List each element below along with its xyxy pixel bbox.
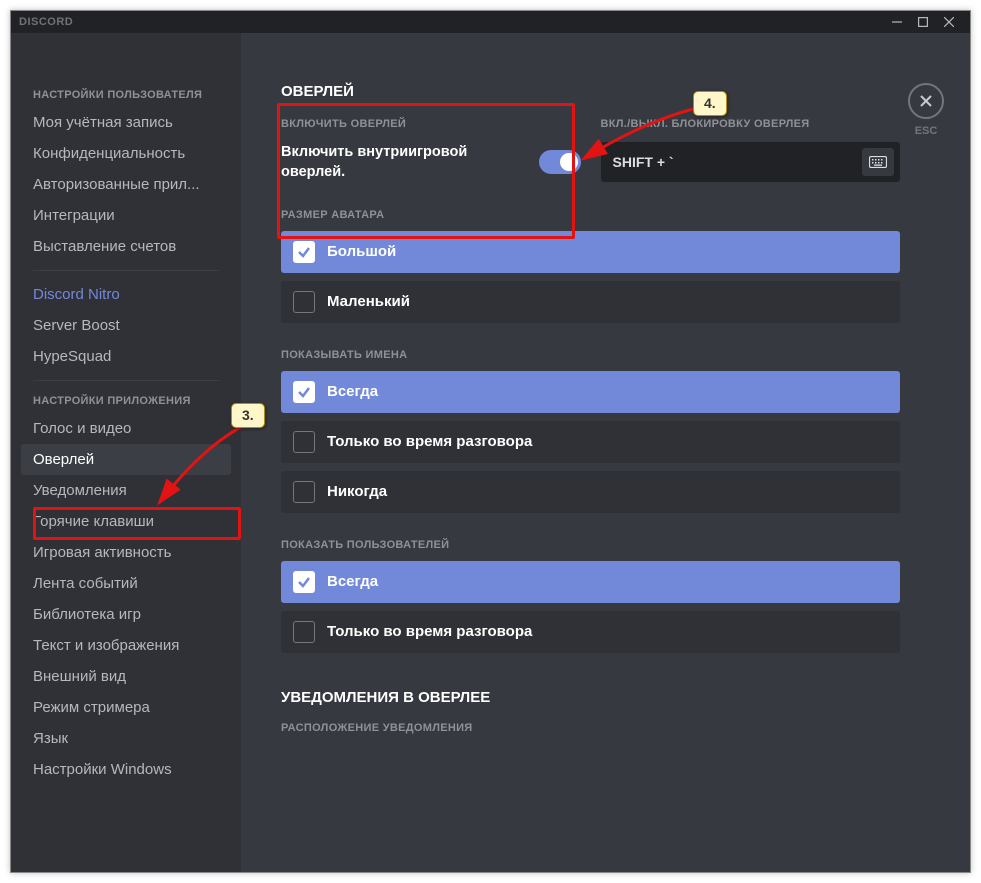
enable-overlay-label: ВКЛЮЧИТЬ ОВЕРЛЕЙ [281, 118, 581, 130]
sidebar-item-notifications[interactable]: Уведомления [21, 475, 231, 506]
avatar-option-small[interactable]: Маленький [281, 281, 900, 323]
option-label: Только во время разговора [327, 433, 532, 450]
enable-overlay-toggle[interactable] [539, 150, 581, 174]
sidebar-item-billing[interactable]: Выставление счетов [21, 231, 231, 262]
option-label: Большой [327, 243, 396, 260]
esc-label: ESC [908, 125, 944, 137]
close-icon[interactable] [908, 83, 944, 119]
sidebar-item-account[interactable]: Моя учётная запись [21, 107, 231, 138]
checkbox-icon [293, 621, 315, 643]
annotation-callout-4: 4. [693, 91, 727, 116]
option-label: Никогда [327, 483, 387, 500]
window-maximize-button[interactable] [910, 11, 936, 33]
option-label: Всегда [327, 383, 378, 400]
sidebar-item-overlay[interactable]: Оверлей [21, 444, 231, 475]
show-names-label: ПОКАЗЫВАТЬ ИМЕНА [281, 349, 900, 361]
option-label: Только во время разговора [327, 623, 532, 640]
checkbox-icon [293, 431, 315, 453]
checkbox-icon [293, 481, 315, 503]
sidebar-item-appearance[interactable]: Внешний вид [21, 661, 231, 692]
sidebar-item-nitro[interactable]: Discord Nitro [21, 279, 231, 310]
window-close-button[interactable] [936, 11, 962, 33]
sidebar-header-app: НАСТРОЙКИ ПРИЛОЖЕНИЯ [21, 389, 231, 413]
avatar-size-label: РАЗМЕР АВАТАРА [281, 209, 900, 221]
close-settings[interactable]: ESC [908, 83, 944, 137]
checkbox-icon [293, 571, 315, 593]
sidebar-item-game-activity[interactable]: Игровая активность [21, 537, 231, 568]
avatar-option-large[interactable]: Большой [281, 231, 900, 273]
sidebar-item-language[interactable]: Язык [21, 723, 231, 754]
names-option-speaking[interactable]: Только во время разговора [281, 421, 900, 463]
window-minimize-button[interactable] [884, 11, 910, 33]
names-option-always[interactable]: Всегда [281, 371, 900, 413]
users-option-speaking[interactable]: Только во время разговора [281, 611, 900, 653]
hotkey-text: SHIFT + ` [613, 154, 863, 170]
overlay-lock-hotkey[interactable]: SHIFT + ` [601, 142, 901, 182]
page-title: ОВЕРЛЕЙ [281, 83, 900, 100]
sidebar-item-authorized-apps[interactable]: Авторизованные прил... [21, 169, 231, 200]
sidebar-item-privacy[interactable]: Конфиденциальность [21, 138, 231, 169]
names-option-never[interactable]: Никогда [281, 471, 900, 513]
option-label: Всегда [327, 573, 378, 590]
show-users-label: ПОКАЗАТЬ ПОЛЬЗОВАТЕЛЕЙ [281, 539, 900, 551]
sidebar-divider [33, 380, 219, 381]
sidebar-item-game-library[interactable]: Библиотека игр [21, 599, 231, 630]
overlay-notifications-heading: УВЕДОМЛЕНИЯ В ОВЕРЛЕЕ [281, 689, 900, 706]
checkbox-icon [293, 291, 315, 313]
sidebar-item-streamer-mode[interactable]: Режим стримера [21, 692, 231, 723]
sidebar-item-integrations[interactable]: Интеграции [21, 200, 231, 231]
checkbox-icon [293, 381, 315, 403]
checkbox-icon [293, 241, 315, 263]
window-titlebar: DISCORD [11, 11, 970, 33]
sidebar-divider [33, 270, 219, 271]
sidebar-item-windows-settings[interactable]: Настройки Windows [21, 754, 231, 785]
sidebar-item-activity-feed[interactable]: Лента событий [21, 568, 231, 599]
settings-content: ESC ОВЕРЛЕЙ ВКЛЮЧИТЬ ОВЕРЛЕЙ Включить вн… [241, 33, 970, 872]
keyboard-icon[interactable] [862, 148, 894, 176]
users-option-always[interactable]: Всегда [281, 561, 900, 603]
overlay-lock-label: ВКЛ./ВЫКЛ. БЛОКИРОВКУ ОВЕРЛЕЯ [601, 118, 901, 130]
app-name: DISCORD [19, 16, 73, 28]
enable-overlay-text: Включить внутриигровой оверлей. [281, 142, 481, 183]
notification-position-label: РАСПОЛОЖЕНИЕ УВЕДОМЛЕНИЯ [281, 722, 900, 734]
sidebar-item-server-boost[interactable]: Server Boost [21, 310, 231, 341]
sidebar-item-voice-video[interactable]: Голос и видео [21, 413, 231, 444]
annotation-callout-3: 3. [231, 403, 265, 428]
sidebar-header-user: НАСТРОЙКИ ПОЛЬЗОВАТЕЛЯ [21, 83, 231, 107]
settings-sidebar: НАСТРОЙКИ ПОЛЬЗОВАТЕЛЯ Моя учётная запис… [11, 33, 241, 872]
sidebar-item-hotkeys[interactable]: Горячие клавиши [21, 506, 231, 537]
option-label: Маленький [327, 293, 410, 310]
sidebar-item-text-images[interactable]: Текст и изображения [21, 630, 231, 661]
sidebar-item-hypesquad[interactable]: HypeSquad [21, 341, 231, 372]
